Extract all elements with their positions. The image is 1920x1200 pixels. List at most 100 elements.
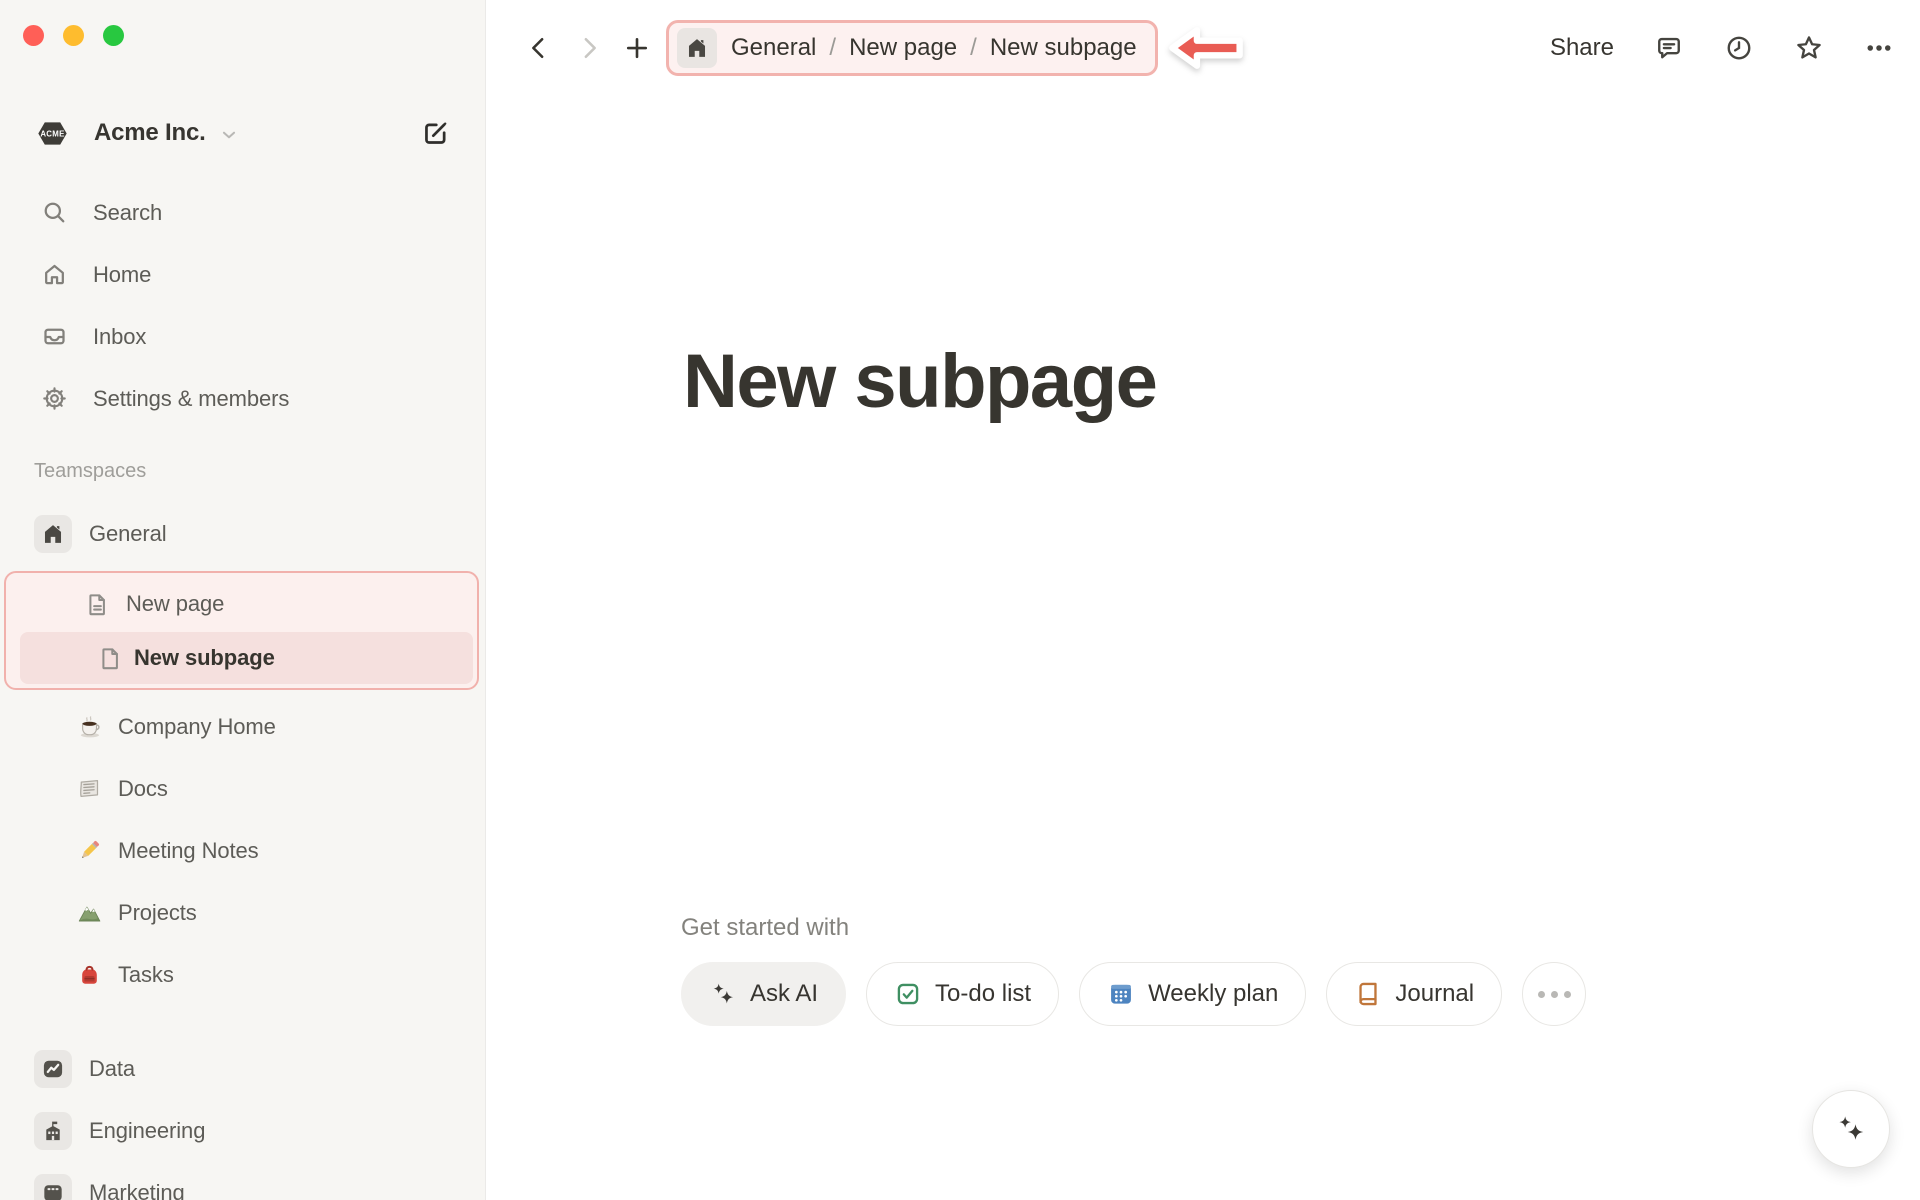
coffee-icon xyxy=(75,713,103,741)
sidebar-item-docs[interactable]: Docs xyxy=(8,758,477,819)
breadcrumb[interactable]: General / New page / New subpage xyxy=(666,20,1158,76)
share-button[interactable]: Share xyxy=(1550,34,1614,62)
sidebar-item-inbox[interactable]: Inbox xyxy=(8,306,477,367)
sidebar-item-label: Company Home xyxy=(118,713,276,739)
sidebar-item-label: Meeting Notes xyxy=(118,837,259,863)
breadcrumb-separator: / xyxy=(829,34,837,61)
sidebar-item-meeting-notes[interactable]: Meeting Notes xyxy=(8,820,477,881)
favorite-star-icon[interactable] xyxy=(1794,33,1824,63)
sidebar-item-label: New subpage xyxy=(134,645,275,670)
more-templates-button[interactable] xyxy=(1522,962,1587,1026)
sidebar-item-home[interactable]: Home xyxy=(8,244,477,305)
template-buttons-row: Ask AI To-do list Weekly plan Journal xyxy=(681,962,1587,1026)
active-pages-highlight: New page New subpage xyxy=(4,571,479,690)
annotation-arrow-icon xyxy=(1168,27,1243,69)
sidebar-item-general[interactable]: General xyxy=(8,503,477,564)
sparkle-icon xyxy=(1839,1116,1864,1140)
new-page-compose-icon[interactable] xyxy=(420,118,451,149)
window-controls xyxy=(23,25,124,46)
inbox-icon xyxy=(40,322,69,351)
breadcrumb-item-new-page[interactable]: New page xyxy=(849,34,957,62)
book-icon xyxy=(1359,982,1378,1006)
sidebar-item-label: Tasks xyxy=(118,961,174,987)
button-label: Journal xyxy=(1395,980,1475,1007)
button-label: Ask AI xyxy=(750,980,819,1007)
calendar-icon xyxy=(1111,984,1131,1004)
checkbox-icon xyxy=(897,983,919,1005)
sidebar-item-settings[interactable]: Settings & members xyxy=(8,368,477,429)
page-title[interactable]: New subpage xyxy=(683,338,1158,425)
sidebar-item-search[interactable]: Search xyxy=(8,182,477,243)
house-icon xyxy=(34,514,72,553)
zoom-window-button[interactable] xyxy=(103,25,124,46)
workspace-name: Acme Inc. xyxy=(94,119,206,146)
minimize-window-button[interactable] xyxy=(63,25,84,46)
svg-text:ACME: ACME xyxy=(40,129,64,138)
sidebar-item-company-home[interactable]: Company Home xyxy=(8,696,477,757)
pencil-icon xyxy=(75,837,103,865)
close-window-button[interactable] xyxy=(23,25,44,46)
workspace-logo-acme-icon: ACME xyxy=(34,115,71,152)
newspaper-icon xyxy=(75,775,103,803)
home-icon xyxy=(40,260,69,289)
more-options-icon[interactable] xyxy=(1864,33,1894,63)
topbar: General / New page / New subpage Share xyxy=(486,0,1920,96)
sidebar-item-label: General xyxy=(89,520,167,546)
sidebar-item-projects[interactable]: Projects xyxy=(8,882,477,943)
forward-icon[interactable] xyxy=(574,33,604,63)
sidebar-item-data[interactable]: Data xyxy=(8,1038,477,1099)
teamspaces-section-label: Teamspaces xyxy=(34,460,147,482)
gear-icon xyxy=(40,384,69,413)
backpack-icon xyxy=(75,961,103,989)
sidebar-item-label: Search xyxy=(93,199,163,225)
document-icon xyxy=(83,591,111,618)
sidebar-item-label: Data xyxy=(89,1055,136,1081)
sidebar-item-label: Settings & members xyxy=(93,385,290,411)
mountain-icon xyxy=(75,899,103,927)
plus-icon[interactable] xyxy=(622,33,652,63)
breadcrumb-item-general[interactable]: General xyxy=(731,34,816,62)
get-started-label: Get started with xyxy=(681,914,850,941)
button-label: To-do list xyxy=(935,980,1032,1007)
sidebar-item-label: Inbox xyxy=(93,323,147,349)
teamspaces-tree: General New page New subpage Company Hom… xyxy=(4,503,479,1200)
comments-icon[interactable] xyxy=(1654,33,1684,63)
sidebar-item-new-page[interactable]: New page xyxy=(6,576,477,632)
blank-page-icon xyxy=(96,645,124,672)
sidebar-item-label: Engineering xyxy=(89,1117,206,1143)
sidebar-item-label: Home xyxy=(93,261,152,287)
topbar-actions: Share xyxy=(1550,33,1894,63)
sidebar-item-label: Marketing xyxy=(89,1179,185,1200)
house-icon xyxy=(677,28,717,68)
sidebar-item-label: New page xyxy=(126,591,225,616)
notion-app-window: ACME Acme Inc. Search Home Inbox Setting… xyxy=(0,0,1920,1200)
sidebar-item-label: Projects xyxy=(118,899,197,925)
school-icon xyxy=(34,1111,72,1150)
sidebar-item-tasks[interactable]: Tasks xyxy=(8,944,477,1005)
sparkle-icon xyxy=(713,983,734,1004)
journal-button[interactable]: Journal xyxy=(1326,962,1503,1026)
frame-icon xyxy=(34,1173,72,1200)
history-clock-icon[interactable] xyxy=(1724,33,1754,63)
sidebar: ACME Acme Inc. Search Home Inbox Setting… xyxy=(0,0,486,1200)
notion-ai-floating-button[interactable] xyxy=(1812,1090,1890,1168)
ask-ai-button[interactable]: Ask AI xyxy=(681,962,847,1026)
chart-icon xyxy=(34,1049,72,1088)
sidebar-item-label: Docs xyxy=(118,775,168,801)
button-label: Weekly plan xyxy=(1148,980,1279,1007)
chevron-down-icon xyxy=(218,124,240,146)
back-icon[interactable] xyxy=(524,33,554,63)
breadcrumb-separator: / xyxy=(970,34,977,61)
breadcrumb-item-new-subpage[interactable]: New subpage xyxy=(990,34,1137,62)
todo-list-button[interactable]: To-do list xyxy=(866,962,1060,1026)
sidebar-item-engineering[interactable]: Engineering xyxy=(8,1100,477,1161)
sidebar-item-new-subpage[interactable]: New subpage xyxy=(20,632,473,684)
get-started-section: Get started with Ask AI To-do list Weekl… xyxy=(681,914,1587,1026)
weekly-plan-button[interactable]: Weekly plan xyxy=(1079,962,1307,1026)
sidebar-nav: Search Home Inbox Settings & members xyxy=(8,182,477,430)
main-content: General / New page / New subpage Share N… xyxy=(486,0,1920,1200)
sidebar-item-marketing[interactable]: Marketing xyxy=(8,1162,477,1200)
search-icon xyxy=(40,198,69,227)
workspace-switcher[interactable]: ACME Acme Inc. xyxy=(34,110,451,156)
